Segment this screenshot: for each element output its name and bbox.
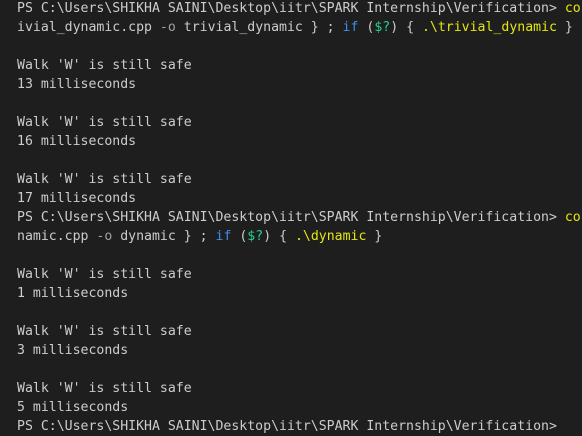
output-line: Walk 'W' is still safe — [17, 170, 582, 189]
output-line: 16 milliseconds — [17, 132, 582, 151]
line-segment: PS C:\Users\SHIKHA SAINI\Desktop\iitr\SP… — [17, 1, 565, 16]
line-segment: 16 milliseconds — [17, 134, 137, 149]
output-line: Walk 'W' is still safe — [17, 322, 582, 341]
line-segment: } — [556, 20, 573, 35]
line-segment: 17 milliseconds — [17, 191, 137, 206]
line-segment: ) { — [390, 20, 422, 35]
output-line: 13 milliseconds — [17, 75, 582, 94]
line-segment: Walk 'W' is still safe — [17, 172, 192, 187]
line-segment: dynamic } ; — [112, 229, 216, 244]
line-segment: Walk 'W' is still safe — [17, 58, 192, 73]
line-segment: PS C:\Users\SHIKHA SAINI\Desktop\iitr\SP… — [17, 210, 565, 225]
line-segment: trivial_dynamic } ; — [175, 20, 343, 35]
line-segment: PS C:\Users\SHIKHA SAINI\Desktop\iitr\SP… — [17, 419, 565, 434]
line-segment: $? — [247, 229, 264, 244]
line-segment: Walk 'W' is still safe — [17, 381, 192, 396]
line-segment: -o — [96, 229, 113, 244]
prompt-line: PS C:\Users\SHIKHA SAINI\Desktop\iitr\SP… — [17, 417, 582, 436]
output-line: 1 milliseconds — [17, 284, 582, 303]
line-segment: 3 milliseconds — [17, 343, 129, 358]
line-segment: Walk 'W' is still safe — [17, 115, 192, 130]
line-segment: co — [564, 210, 581, 225]
output-line: Walk 'W' is still safe — [17, 56, 582, 75]
line-segment: ivial_dynamic.cpp — [17, 20, 160, 35]
line-segment: ( — [231, 229, 248, 244]
line-segment: co — [564, 1, 581, 16]
line-segment: .\dynamic — [294, 229, 367, 244]
line-segment: 1 milliseconds — [17, 286, 129, 301]
output-line: 5 milliseconds — [17, 398, 582, 417]
line-segment: ( — [358, 20, 375, 35]
output-line: 3 milliseconds — [17, 341, 582, 360]
output-line: Walk 'W' is still safe — [17, 379, 582, 398]
line-segment: Walk 'W' is still safe — [17, 324, 192, 339]
output-line: 17 milliseconds — [17, 189, 582, 208]
line-segment: .\trivial_dynamic — [421, 20, 557, 35]
line-segment: if — [215, 229, 232, 244]
prompt-line: PS C:\Users\SHIKHA SAINI\Desktop\iitr\SP… — [17, 0, 582, 18]
command-line: ivial_dynamic.cpp -o trivial_dynamic } ;… — [17, 18, 582, 37]
output-line: Walk 'W' is still safe — [17, 265, 582, 284]
line-segment: 5 milliseconds — [17, 400, 129, 415]
line-segment: } — [366, 229, 383, 244]
output-line: Walk 'W' is still safe — [17, 113, 582, 132]
command-line: namic.cpp -o dynamic } ; if ($?) { .\dyn… — [17, 227, 582, 246]
prompt-line: PS C:\Users\SHIKHA SAINI\Desktop\iitr\SP… — [17, 208, 582, 227]
line-segment: if — [342, 20, 359, 35]
line-segment: 13 milliseconds — [17, 77, 137, 92]
line-segment: Walk 'W' is still safe — [17, 267, 192, 282]
line-segment: ) { — [263, 229, 295, 244]
terminal-output[interactable]: PS C:\Users\SHIKHA SAINI\Desktop\iitr\SP… — [0, 0, 582, 436]
line-segment: $? — [374, 20, 391, 35]
line-segment: -o — [159, 20, 176, 35]
line-segment: namic.cpp — [17, 229, 97, 244]
